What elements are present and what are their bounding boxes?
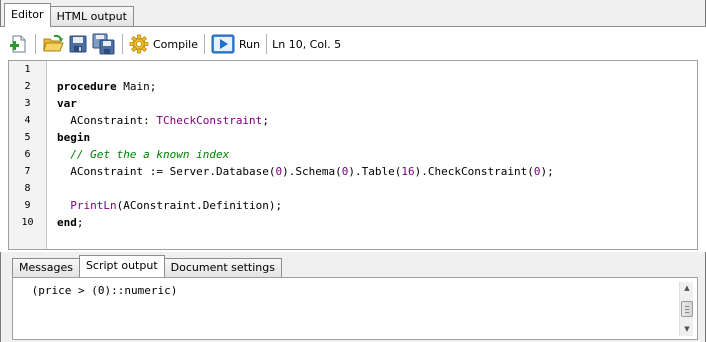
compile-button[interactable]: Compile — [127, 32, 200, 56]
code-token: ).CheckConstraint( — [414, 165, 534, 178]
line-number: 8 — [24, 183, 31, 194]
code-token: // Get the a known index — [57, 148, 230, 161]
line-number: 2 — [24, 81, 31, 92]
code-token: var — [57, 97, 77, 110]
code-editor[interactable]: 1 2 3 4 5 6 7 8 9 10 procedure Main; var AConstrai… — [8, 60, 698, 250]
code-token: PrintLn — [70, 199, 117, 212]
open-button[interactable] — [40, 32, 66, 56]
code-token: ).Table( — [348, 165, 402, 178]
line-number: 9 — [24, 200, 31, 211]
code-token: 16 — [401, 165, 415, 178]
run-button[interactable]: Run — [209, 32, 262, 56]
line-number: 4 — [24, 115, 31, 126]
scroll-thumb[interactable] — [681, 301, 693, 317]
script-output-panel[interactable]: (price > (0)::numeric) ▲ ▼ — [12, 277, 698, 340]
code-line: // Get the a known index — [57, 146, 697, 163]
code-line: var — [57, 95, 697, 112]
tab-editor[interactable]: Editor — [4, 3, 51, 27]
code-line: AConstraint: TCheckConstraint; — [57, 112, 697, 129]
tab-document-settings[interactable]: Document settings — [163, 258, 282, 277]
toolbar-separator — [35, 34, 36, 54]
toolbar: Compile Run Ln 10, Col. 5 — [7, 31, 341, 57]
bottom-tab-bar: Messages Script output Document settings — [12, 255, 282, 277]
run-label: Run — [239, 37, 261, 51]
code-line: AConstraint := Server.Database(0).Schema… — [57, 163, 697, 180]
tab-script-output[interactable]: Script output — [78, 255, 165, 277]
code-line: end; — [57, 214, 697, 231]
save-icon — [68, 34, 88, 54]
tab-html-output[interactable]: HTML output — [49, 6, 134, 27]
code-token: ).Schema( — [282, 165, 342, 178]
tab-divider — [0, 26, 706, 27]
tab-messages[interactable]: Messages — [12, 258, 80, 277]
code-token: AConstraint: — [57, 114, 157, 127]
grip-line — [685, 306, 689, 307]
code-token: ); — [540, 165, 554, 178]
output-scrollbar[interactable]: ▲ ▼ — [679, 282, 693, 336]
toolbar-separator — [266, 34, 268, 54]
code-token: (AConstraint.Definition); — [116, 199, 283, 212]
code-token: procedure — [57, 80, 117, 93]
grip-line — [685, 309, 689, 310]
line-number: 6 — [24, 149, 31, 160]
code-token: Main; — [116, 80, 157, 93]
code-token: AConstraint := Server.Database( — [57, 165, 276, 178]
grip-line — [685, 312, 689, 313]
line-number: 10 — [21, 217, 34, 228]
code-token: ; — [76, 216, 84, 229]
code-line: PrintLn(AConstraint.Definition); — [57, 197, 697, 214]
compile-label: Compile — [153, 37, 198, 51]
play-icon — [211, 34, 235, 54]
code-line: begin — [57, 129, 697, 146]
gear-icon — [129, 34, 149, 54]
cursor-position-status: Ln 10, Col. 5 — [272, 37, 342, 51]
script-output-text: (price > (0)::numeric) — [25, 284, 178, 297]
line-number-gutter: 1 2 3 4 5 6 7 8 9 10 — [9, 61, 47, 249]
line-number: 3 — [24, 98, 31, 109]
save-button[interactable] — [66, 32, 90, 56]
code-token: ; — [262, 114, 269, 127]
toolbar-separator — [204, 34, 205, 54]
code-token: begin — [57, 131, 91, 144]
code-line: procedure Main; — [57, 78, 697, 95]
line-number: 1 — [24, 64, 31, 75]
code-text[interactable]: procedure Main; var AConstraint: TCheckCo… — [57, 61, 697, 231]
scroll-up-arrow-icon[interactable]: ▲ — [680, 282, 694, 295]
scroll-down-arrow-icon[interactable]: ▼ — [680, 323, 694, 336]
line-number: 5 — [24, 132, 31, 143]
toolbar-separator — [122, 34, 123, 54]
open-folder-icon — [42, 34, 64, 54]
save-all-icon — [92, 33, 116, 55]
new-file-icon — [9, 34, 29, 54]
line-number: 7 — [24, 166, 31, 177]
save-all-button[interactable] — [90, 32, 118, 56]
new-button[interactable] — [7, 32, 31, 56]
code-token: end — [57, 216, 77, 229]
top-tab-bar: Editor HTML output — [4, 3, 134, 27]
code-token: TCheckConstraint — [156, 114, 263, 127]
